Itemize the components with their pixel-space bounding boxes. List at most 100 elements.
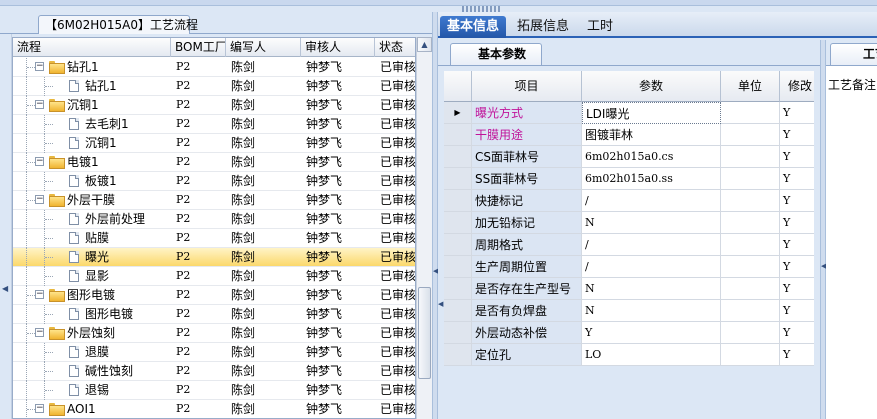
tab-man-hours[interactable]: 工时 — [580, 16, 620, 38]
tree-row[interactable]: 退锡 P2 陈剑 钟梦飞 已审核 — [13, 381, 415, 400]
param-collapse-icon[interactable]: ◀ — [438, 300, 443, 308]
tree-row[interactable]: 钻孔1 P2 陈剑 钟梦飞 已审核 — [13, 77, 415, 96]
tree-row[interactable]: 沉铜1 P2 陈剑 钟梦飞 已审核 — [13, 134, 416, 153]
bom-cell: P2 — [176, 307, 191, 320]
tree-row[interactable]: 贴膜 P2 陈剑 钟梦飞 已审核 — [13, 229, 415, 248]
collapse-node-icon[interactable]: − — [35, 100, 44, 109]
param-row[interactable]: SS面菲林号 6m02h015a0.ss Y — [444, 168, 814, 190]
collapse-left-icon[interactable]: ◀ — [2, 284, 8, 293]
param-value-cell[interactable]: / — [582, 234, 721, 256]
tree-row[interactable]: 去毛刺1 P2 陈剑 钟梦飞 已审核 — [13, 115, 415, 134]
col-header-flow[interactable]: 流程 — [13, 38, 171, 57]
param-value-cell[interactable]: 6m02h015a0.ss — [582, 168, 721, 190]
status-cell: 已审核 — [380, 212, 416, 226]
tree-row[interactable]: 曝光 P2 陈剑 钟梦飞 已审核 — [13, 248, 415, 267]
tree-row[interactable]: − 钻孔1 P2 陈剑 钟梦飞 已审核 — [13, 58, 415, 77]
tree-guide-line — [26, 305, 27, 324]
current-row-indicator-icon[interactable]: ▶ — [444, 102, 472, 124]
col-header-status[interactable]: 状态 — [375, 38, 415, 57]
row-indicator[interactable] — [444, 168, 472, 190]
param-row[interactable]: 生产周期位置 / Y — [444, 256, 814, 278]
tab-extended-info[interactable]: 拓展信息 — [510, 16, 576, 38]
tree-row[interactable]: 碱性蚀刻 P2 陈剑 钟梦飞 已审核 — [13, 362, 415, 381]
bom-cell: P2 — [176, 136, 191, 149]
bom-cell: P2 — [176, 402, 191, 415]
param-value-cell[interactable]: 6m02h015a0.cs — [582, 146, 721, 168]
tree-guide-line — [45, 257, 53, 258]
tab-basic-info[interactable]: 基本信息 — [440, 16, 507, 38]
folder-icon — [49, 61, 65, 74]
row-indicator[interactable] — [444, 344, 472, 366]
col-header-reviewer[interactable]: 审核人 — [301, 38, 375, 57]
param-row[interactable]: 加无铅标记 N Y — [444, 212, 814, 234]
param-row[interactable]: CS面菲林号 6m02h015a0.cs Y — [444, 146, 814, 168]
tree-row[interactable]: − 电镀1 P2 陈剑 钟梦飞 已审核 — [13, 153, 415, 172]
col-header-unit[interactable]: 单位 — [721, 71, 780, 102]
tree-row[interactable]: − 外层蚀刻 P2 陈剑 钟梦飞 已审核 — [13, 324, 415, 343]
row-indicator[interactable] — [444, 146, 472, 168]
tree-row[interactable]: 退膜 P2 陈剑 钟梦飞 已审核 — [13, 343, 415, 362]
process-flow-tab[interactable]: 【6M02H015A0】工艺流程 — [38, 15, 198, 34]
collapse-node-icon[interactable]: − — [35, 290, 44, 299]
row-indicator[interactable] — [444, 234, 472, 256]
row-indicator[interactable] — [444, 190, 472, 212]
collapse-node-icon[interactable]: − — [35, 404, 44, 413]
param-value-cell[interactable]: / — [582, 190, 721, 212]
row-indicator[interactable] — [444, 278, 472, 300]
collapse-node-icon[interactable]: − — [35, 157, 44, 166]
param-row[interactable]: 定位孔 LO Y — [444, 344, 814, 366]
collapse-node-icon[interactable]: − — [35, 62, 44, 71]
param-value-cell[interactable]: / — [582, 256, 721, 278]
bom-cell: P2 — [176, 231, 191, 244]
tree-row[interactable]: − AOI1 P2 陈剑 钟梦飞 已审核 — [13, 400, 415, 418]
status-cell: 已审核 — [380, 288, 416, 302]
tree-row[interactable]: 显影 P2 陈剑 钟梦飞 已审核 — [13, 267, 415, 286]
param-row[interactable]: 周期格式 / Y — [444, 234, 814, 256]
param-row[interactable]: 是否有负焊盘 N Y — [444, 300, 814, 322]
collapse-node-icon[interactable]: − — [35, 328, 44, 337]
col-header-item[interactable]: 项目 — [472, 71, 582, 102]
tree-scrollbar[interactable]: ▲ — [416, 37, 432, 419]
tree-row[interactable]: 图形电镀 P2 陈剑 钟梦飞 已审核 — [13, 305, 415, 324]
param-row[interactable]: 干膜用途 图镀菲林 Y — [444, 124, 814, 146]
param-value-cell[interactable]: N — [582, 300, 721, 322]
bom-cell: P2 — [176, 79, 191, 92]
param-value-cell[interactable]: LO — [582, 344, 721, 366]
scroll-up-button[interactable]: ▲ — [417, 37, 432, 52]
param-value-cell[interactable]: Y — [582, 322, 721, 344]
collapse-node-icon[interactable]: − — [35, 195, 44, 204]
row-indicator[interactable] — [444, 256, 472, 278]
param-value-cell[interactable]: LDI曝光 — [582, 102, 721, 124]
process-flow-panel: 【6M02H015A0】工艺流程 ◀ 流程 BOM工厂 编写人 审核人 状态 −… — [0, 12, 432, 419]
scroll-thumb[interactable] — [418, 287, 431, 379]
param-row[interactable]: 外层动态补偿 Y Y — [444, 322, 814, 344]
row-indicator[interactable] — [444, 212, 472, 234]
param-value-cell[interactable]: N — [582, 278, 721, 300]
status-cell: 已审核 — [380, 136, 416, 150]
row-indicator[interactable] — [444, 300, 472, 322]
row-indicator[interactable] — [444, 124, 472, 146]
col-header-bom[interactable]: BOM工厂 — [171, 38, 226, 57]
author-cell: 陈剑 — [231, 155, 256, 169]
param-row[interactable]: 快捷标记 / Y — [444, 190, 814, 212]
col-header-value[interactable]: 参数 — [582, 71, 721, 102]
param-row[interactable]: 是否存在生产型号 N Y — [444, 278, 814, 300]
tree-row[interactable]: − 沉铜1 P2 陈剑 钟梦飞 已审核 — [13, 96, 415, 115]
col-header-edit[interactable]: 修改 — [780, 71, 814, 102]
remark-tab[interactable]: 工艺备注 — [830, 43, 877, 65]
param-row[interactable]: ▶ 曝光方式 LDI曝光 Y — [444, 102, 814, 124]
tree-row[interactable]: 板镀1 P2 陈剑 钟梦飞 已审核 — [13, 172, 415, 191]
author-cell: 陈剑 — [231, 136, 256, 150]
param-edit-cell: Y — [780, 300, 814, 322]
row-indicator[interactable] — [444, 322, 472, 344]
basic-params-tab[interactable]: 基本参数 — [450, 43, 542, 65]
param-value-cell[interactable]: N — [582, 212, 721, 234]
remark-body[interactable]: 工艺备注 — [826, 65, 877, 419]
tree-row[interactable]: − 外层干膜 P2 陈剑 钟梦飞 已审核 — [13, 191, 415, 210]
param-item-cell: 加无铅标记 — [472, 212, 582, 234]
reviewer-cell: 钟梦飞 — [306, 288, 343, 302]
tree-row[interactable]: 外层前处理 P2 陈剑 钟梦飞 已审核 — [13, 210, 416, 229]
col-header-author[interactable]: 编写人 — [226, 38, 301, 57]
tree-row[interactable]: − 图形电镀 P2 陈剑 钟梦飞 已审核 — [13, 286, 416, 305]
param-value-cell[interactable]: 图镀菲林 — [582, 124, 721, 146]
